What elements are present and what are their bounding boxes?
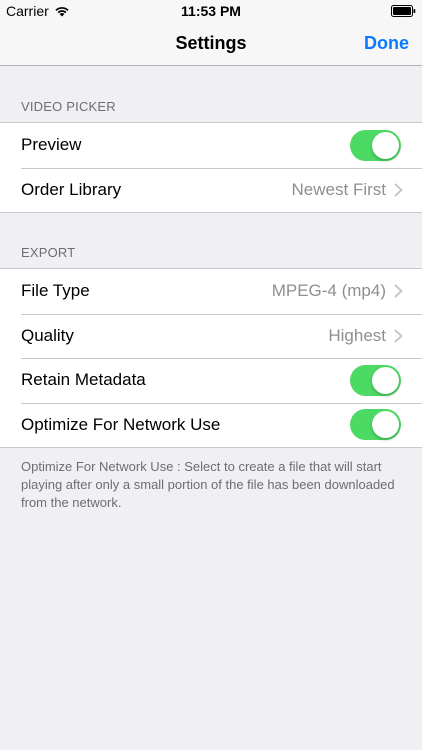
preview-toggle[interactable] <box>350 129 401 161</box>
toggle-knob <box>372 131 399 159</box>
page-title: Settings <box>175 33 247 53</box>
navigation-bar: Settings Done <box>0 22 422 66</box>
status-bar: Carrier 11:53 PM <box>0 0 422 22</box>
order-library-row[interactable]: Order Library Newest First <box>0 167 422 213</box>
video-picker-group: Preview Order Library Newest First <box>0 122 422 213</box>
preview-row: Preview <box>0 123 422 168</box>
quality-label: Quality <box>21 325 74 345</box>
file-type-row[interactable]: File Type MPEG-4 (mp4) <box>0 269 422 314</box>
retain-metadata-label: Retain Metadata <box>21 370 146 390</box>
retain-metadata-row: Retain Metadata <box>0 358 422 403</box>
section-header-export: EXPORT <box>21 245 76 260</box>
optimize-network-row: Optimize For Network Use <box>0 402 422 448</box>
file-type-value: MPEG-4 (mp4) <box>271 281 386 301</box>
status-time: 11:53 PM <box>181 3 241 19</box>
chevron-right-icon <box>394 284 403 298</box>
preview-label: Preview <box>21 135 82 155</box>
battery-icon <box>391 5 416 17</box>
toggle-knob <box>372 411 399 439</box>
order-library-value: Newest First <box>291 179 386 199</box>
toggle-knob <box>372 366 399 394</box>
section-header-video-picker: VIDEO PICKER <box>21 99 116 114</box>
quality-value: Highest <box>328 325 386 345</box>
optimize-network-label: Optimize For Network Use <box>21 414 221 434</box>
order-library-label: Order Library <box>21 179 122 199</box>
chevron-right-icon <box>394 183 403 197</box>
export-footer-note: Optimize For Network Use : Select to cre… <box>21 459 395 510</box>
chevron-right-icon <box>394 329 403 343</box>
file-type-label: File Type <box>21 281 90 301</box>
retain-metadata-toggle[interactable] <box>350 364 401 396</box>
quality-row[interactable]: Quality Highest <box>0 313 422 359</box>
export-group: File Type MPEG-4 (mp4) Quality Highest R… <box>0 268 422 448</box>
done-button[interactable]: Done <box>364 33 409 54</box>
optimize-network-toggle[interactable] <box>350 409 401 441</box>
